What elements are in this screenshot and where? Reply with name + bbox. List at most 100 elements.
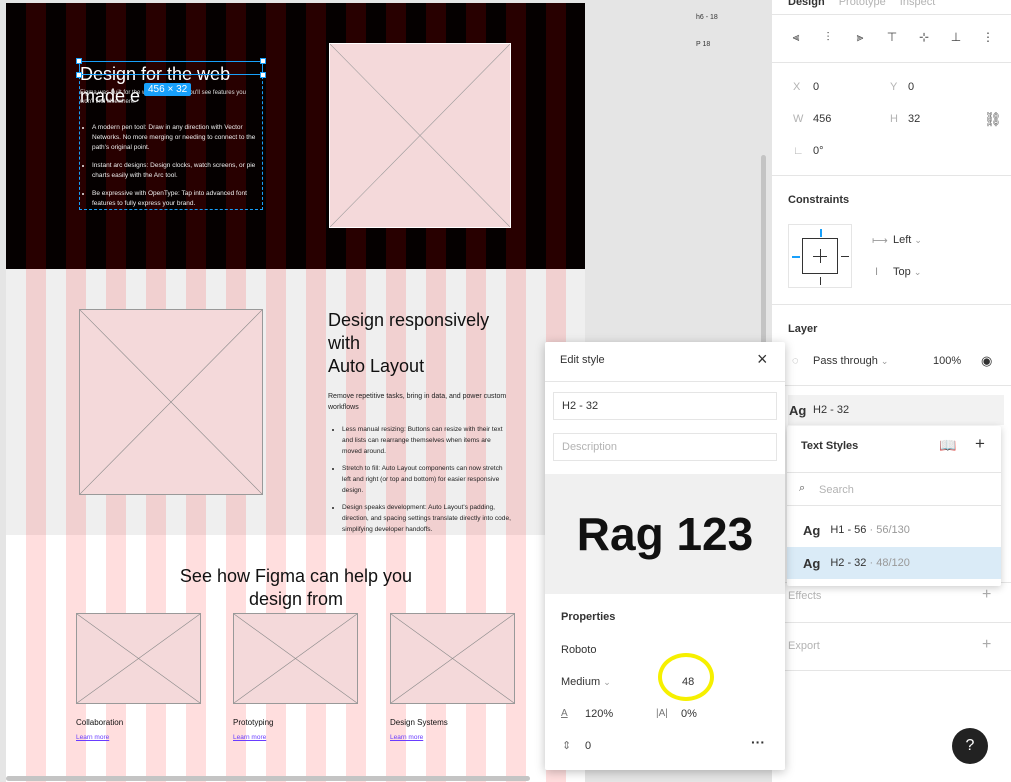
close-icon[interactable]: × <box>757 349 768 370</box>
resize-handle-ne[interactable] <box>260 58 266 64</box>
card-title[interactable]: Design Systems <box>390 718 448 727</box>
align-bottom-icon[interactable]: ⊥ <box>946 28 966 46</box>
edit-style-title: Edit style <box>560 354 605 366</box>
hero-section[interactable]: Design for the web made e Figma was buil… <box>6 3 585 269</box>
heading-line: Design responsively <box>328 310 490 330</box>
card-image-placeholder[interactable] <box>233 613 358 704</box>
library-book-icon[interactable]: 📖 <box>939 437 956 454</box>
blend-mode-icon: ◌ <box>792 355 799 367</box>
list-item: Stretch to fill: Auto Layout components … <box>342 463 512 496</box>
card-learn-more-link[interactable]: Learn more <box>76 734 109 741</box>
help-button[interactable]: ? <box>952 728 988 764</box>
frame-label[interactable]: h6 - 18 <box>696 14 718 21</box>
style-name: H2 - 32 <box>830 557 867 569</box>
text-style-item-h2[interactable]: Ag H2 - 32 · 48/120 <box>787 547 1001 579</box>
constraint-top-line[interactable] <box>820 229 822 237</box>
y-label: Y <box>890 81 898 93</box>
layer-title: Layer <box>788 323 818 335</box>
style-meta: · 56/130 <box>869 524 910 536</box>
visibility-eye-icon[interactable]: ◉ <box>981 353 992 369</box>
rotation-icon: ∟ <box>793 145 804 157</box>
style-name-input[interactable]: H2 - 32 <box>553 392 777 420</box>
blend-mode-value: Pass through <box>813 355 878 367</box>
blend-mode-select[interactable]: Pass through ⌄ <box>813 355 888 367</box>
constrain-proportions-icon[interactable]: ⛓ <box>984 111 1002 128</box>
chevron-down-icon: ⌄ <box>913 267 922 277</box>
constraint-bottom-line[interactable] <box>820 277 821 285</box>
align-top-icon[interactable]: ⊤ <box>882 28 902 46</box>
section-paragraph[interactable]: Remove repetitive tasks, bring in data, … <box>328 391 518 413</box>
card-title[interactable]: Collaboration <box>76 718 123 727</box>
alignment-toolbar: ⫷ ⫶ ⫸ ⊤ ⊹ ⊥ ⋮ <box>786 28 998 46</box>
font-weight-value: Medium <box>561 676 601 688</box>
resize-handle-sw[interactable] <box>76 72 82 78</box>
card-learn-more-link[interactable]: Learn more <box>390 734 423 741</box>
card-image-placeholder[interactable] <box>76 613 201 704</box>
selection-box[interactable] <box>79 61 263 75</box>
tab-inspect[interactable]: Inspect <box>900 0 935 8</box>
font-weight-select[interactable]: Medium ⌄ <box>561 676 611 688</box>
vertical-constraint-value: Top <box>893 266 911 278</box>
section-bullet-list[interactable]: Less manual resizing: Buttons can resize… <box>342 424 512 541</box>
constraints-widget[interactable] <box>788 224 852 288</box>
paragraph-spacing-field[interactable]: 0 <box>585 740 591 752</box>
add-export-icon[interactable]: + <box>982 636 991 654</box>
chevron-down-icon: ⌄ <box>603 677 611 687</box>
more-options-icon[interactable]: ··· <box>751 734 765 750</box>
auto-layout-section[interactable]: Design responsively with Auto Layout Rem… <box>6 269 585 535</box>
horizontal-constraint-value: Left <box>893 234 912 246</box>
constraint-left-line[interactable] <box>792 256 800 258</box>
text-style-name: H2 - 32 <box>813 404 850 416</box>
section-heading[interactable]: Design responsively with Auto Layout <box>328 309 518 378</box>
rotation-field[interactable]: 0° <box>813 145 824 157</box>
align-horizontal-center-icon[interactable]: ⫶ <box>818 28 838 46</box>
text-style-row[interactable]: Ag H2 - 32 <box>788 395 1004 425</box>
edit-style-popover: Edit style × H2 - 32 Description Rag 123… <box>545 342 785 770</box>
tab-prototype[interactable]: Prototype <box>839 0 886 8</box>
align-vertical-center-icon[interactable]: ⊹ <box>914 28 934 46</box>
search-input[interactable]: Search <box>819 484 854 496</box>
horizontal-constraint-select[interactable]: Left ⌄ <box>893 234 922 246</box>
resize-handle-nw[interactable] <box>76 58 82 64</box>
effects-title: Effects <box>788 590 822 602</box>
card-learn-more-link[interactable]: Learn more <box>233 734 266 741</box>
list-item: Design speaks development: Auto Layout's… <box>342 502 512 535</box>
web-frame[interactable]: Design for the web made e Figma was buil… <box>6 3 585 782</box>
image-placeholder[interactable] <box>329 43 511 228</box>
style-description-input[interactable]: Description <box>553 433 777 461</box>
constraint-right-line[interactable] <box>841 256 849 257</box>
opacity-field[interactable]: 100% <box>933 355 961 367</box>
heading-line: Auto Layout <box>328 356 425 376</box>
style-name: H1 - 56 <box>830 524 867 536</box>
card-image-placeholder[interactable] <box>390 613 515 704</box>
text-style-item-name: H1 - 56 · 56/130 <box>830 524 910 536</box>
font-family-select[interactable]: Roboto <box>561 644 596 656</box>
vertical-constraint-icon: I <box>875 266 879 278</box>
line-height-field[interactable]: 120% <box>585 708 613 720</box>
horizontal-scrollbar[interactable] <box>6 776 530 781</box>
height-field[interactable]: 32 <box>908 113 920 125</box>
letter-spacing-field[interactable]: 0% <box>681 708 697 720</box>
divider <box>772 670 1011 671</box>
x-field[interactable]: 0 <box>813 81 819 93</box>
list-item: Less manual resizing: Buttons can resize… <box>342 424 512 457</box>
yellow-highlight-annotation <box>658 653 714 701</box>
text-style-ag-icon: Ag <box>789 403 807 418</box>
resize-handle-se[interactable] <box>260 72 266 78</box>
card-title[interactable]: Prototyping <box>233 718 273 727</box>
add-effect-icon[interactable]: + <box>982 586 991 604</box>
features-section[interactable]: See how Figma can help you design from s… <box>6 535 585 782</box>
text-styles-search[interactable]: ⌕ Search <box>787 472 1001 506</box>
chevron-down-icon: ⌄ <box>880 356 889 366</box>
add-style-icon[interactable]: + <box>975 434 985 454</box>
vertical-constraint-select[interactable]: Top ⌄ <box>893 266 921 278</box>
text-style-item-h1[interactable]: Ag H1 - 56 · 56/130 <box>787 514 1001 546</box>
tab-design[interactable]: Design <box>788 0 825 8</box>
frame-label[interactable]: P 18 <box>696 41 710 48</box>
y-field[interactable]: 0 <box>908 81 914 93</box>
align-right-icon[interactable]: ⫸ <box>850 28 870 46</box>
align-left-icon[interactable]: ⫷ <box>786 28 806 46</box>
distribute-icon[interactable]: ⋮ <box>978 28 998 46</box>
width-field[interactable]: 456 <box>813 113 831 125</box>
image-placeholder[interactable] <box>79 309 263 495</box>
